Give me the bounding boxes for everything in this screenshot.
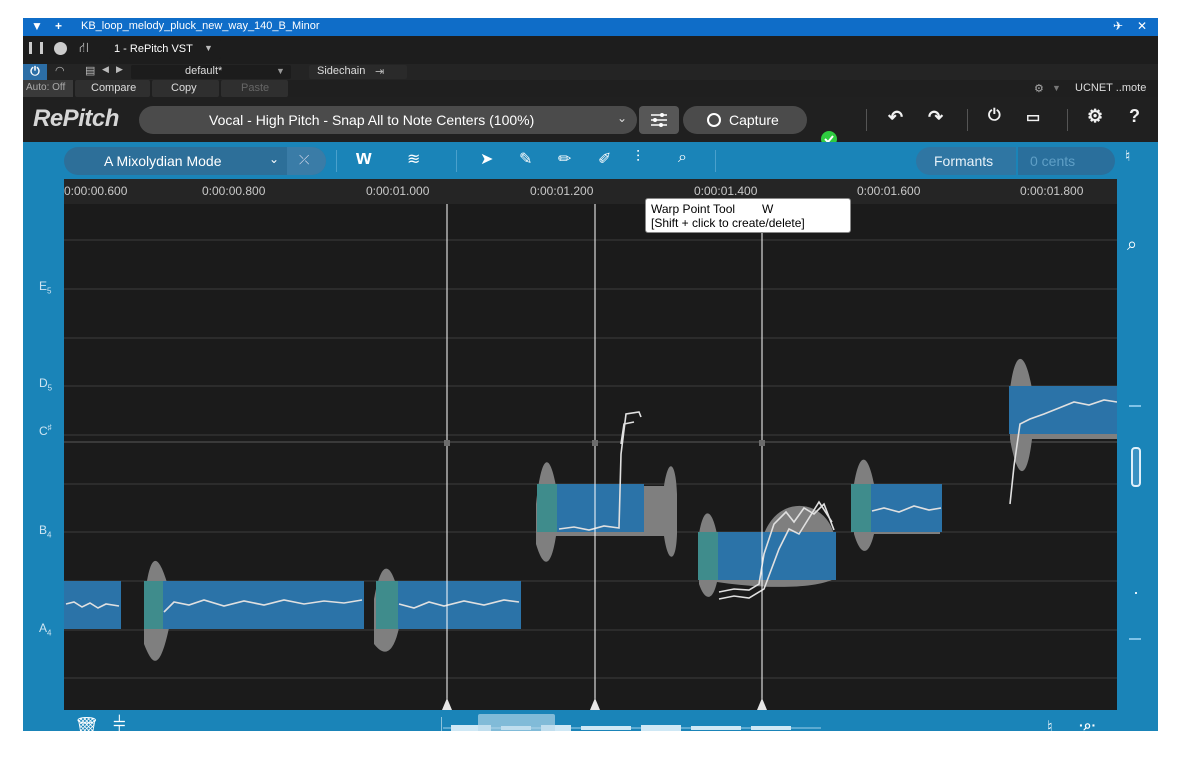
slot-dropdown-icon[interactable]: ▼ [204, 43, 213, 53]
scroll-dot [1135, 592, 1137, 594]
note-label-d5: D5 [39, 376, 53, 393]
sidechain-button[interactable]: Sidechain [317, 65, 365, 77]
tool-bar: A Mixolydian Mode ⌄ ⤫ ᴡ ≋ ➤ ✎ ✏ ✐ ⫶ ⌕ Fo… [23, 142, 1158, 179]
time-tick: 0:00:01.200 [530, 184, 594, 198]
tooltip-shortcut: W [762, 202, 774, 216]
warp-tool-tooltip: Warp Point Tool W [Shift + click to crea… [645, 198, 851, 233]
note-label-a4: A4 [39, 621, 52, 638]
audio-zoom-icon[interactable]: ♮ [1125, 147, 1130, 165]
rack-icon[interactable] [29, 42, 43, 54]
repitch-logo: RePitch [33, 105, 119, 132]
record-ring-icon [707, 113, 721, 127]
note-label-e5: E5 [39, 279, 52, 296]
menu-down-icon[interactable]: ▼ [31, 19, 43, 33]
formants-label: Formants [934, 153, 994, 169]
warp-tool-icon[interactable]: ⫶ [636, 149, 640, 167]
bypass-icon[interactable]: ⏻ [988, 107, 1001, 125]
time-tick: 0:00:01.600 [857, 184, 921, 198]
note-blobs [64, 386, 1117, 629]
formants-toggle[interactable]: Formants [916, 147, 1016, 175]
horizontal-zoom-icon[interactable]: ·⌕· [1079, 717, 1096, 731]
time-tick: 0:00:01.400 [694, 184, 758, 198]
host-plugin-bar: ⛙ 1 - RePitch VST ▼ [23, 36, 1158, 64]
repitch-header: RePitch Vocal - High Pitch - Snap All to… [23, 97, 1158, 147]
timeline-ruler[interactable]: 0:00:00.600 0:00:00.800 0:00:01.000 0:00… [64, 179, 1117, 204]
paste-button[interactable]: Paste [241, 82, 269, 94]
scale-selector[interactable]: A Mixolydian Mode ⌄ ⤫ [64, 147, 326, 175]
host-preset-bar: ⏻ ◠ ▤ ◀ ▶ default* ▼ Sidechain ⇥ [23, 64, 1158, 80]
host-compare-bar: Auto: Off Compare Copy Paste ⚙ ▼ UCNET .… [23, 80, 1158, 97]
chevron-down-icon: ⌄ [616, 111, 627, 125]
waveform-view-icon[interactable]: ≋ [407, 149, 420, 169]
pitch-editor-grid[interactable] [64, 204, 1118, 710]
close-icon[interactable]: ✕ [1137, 19, 1147, 33]
editor-area: A Mixolydian Mode ⌄ ⤫ ᴡ ≋ ➤ ✎ ✏ ✐ ⫶ ⌕ Fo… [23, 142, 1158, 731]
host-gear-icon[interactable]: ⚙ [1034, 82, 1044, 95]
preset-dropdown-icon[interactable]: ▼ [276, 66, 285, 76]
lock-view-icon[interactable]: ▭ [1026, 108, 1040, 126]
capture-label: Capture [729, 112, 779, 128]
scale-label: A Mixolydian Mode [104, 153, 222, 169]
window-title: KB_loop_melody_pluck_new_way_140_B_Minor [81, 20, 320, 32]
host-gear-dropdown-icon[interactable]: ▼ [1052, 83, 1061, 93]
time-tick: 0:00:00.800 [202, 184, 266, 198]
disc-icon[interactable] [54, 42, 67, 55]
split-icon[interactable]: ⫩ [113, 712, 126, 731]
time-tick: 0:00:01.000 [366, 184, 430, 198]
time-tick: 0:00:00.600 [64, 184, 128, 198]
formant-cents-stepper[interactable]: 0 cents [1018, 147, 1115, 175]
tooltip-hint: [Shift + click to create/delete] [651, 216, 805, 230]
pitch-curve-icon[interactable]: ᴡ [356, 147, 372, 170]
settings-gear-icon[interactable]: ⚙ [1087, 106, 1103, 127]
pointer-tool-icon[interactable]: ➤ [480, 149, 493, 169]
sidechain-icon[interactable]: ⇥ [375, 65, 384, 78]
capture-button[interactable]: Capture [683, 106, 807, 134]
scroll-marker [1129, 638, 1141, 640]
next-preset-icon[interactable]: ▶ [116, 64, 123, 75]
note-label-b4: B4 [39, 523, 52, 540]
note-blobs-canvas[interactable] [64, 204, 1118, 710]
mix-settings-button[interactable] [639, 106, 679, 134]
snap-off-icon: ⤫ [299, 152, 310, 167]
redo-icon[interactable]: ↷ [928, 107, 943, 128]
repitch-window: ▼ + KB_loop_melody_pluck_new_way_140_B_M… [23, 18, 1158, 731]
zoom-tool-icon[interactable]: ⌕ [678, 149, 687, 167]
time-tick: 0:00:01.800 [1020, 184, 1084, 198]
power-icon[interactable]: ⏻ [23, 64, 47, 80]
warp-markers [442, 204, 767, 710]
copy-button[interactable]: Copy [171, 82, 197, 94]
tooltip-title: Warp Point Tool [651, 202, 736, 216]
line-tool-icon[interactable]: ✐ [598, 149, 611, 169]
overview-scrollbar[interactable] [441, 713, 821, 731]
note-label-c-sharp: C♯ [39, 423, 52, 438]
preset-name[interactable]: default* [185, 65, 222, 77]
help-icon[interactable]: ? [1129, 106, 1140, 127]
scale-chevron-icon: ⌄ [269, 152, 280, 166]
host-title-bar: ▼ + KB_loop_melody_pluck_new_way_140_B_M… [23, 18, 1158, 36]
vertical-scroll-thumb[interactable] [1131, 447, 1141, 487]
pin-icon[interactable]: ✈ [1113, 19, 1123, 33]
save-icon[interactable]: ▤ [85, 64, 95, 77]
remote-label[interactable]: UCNET ..mote [1075, 82, 1146, 94]
delete-trash-icon[interactable]: 🗑 [74, 715, 99, 731]
routing-icon[interactable]: ⛙ [79, 39, 89, 58]
pitch-tool-icon[interactable]: ✎ [519, 149, 532, 169]
scroll-marker [1129, 405, 1141, 407]
headphone-icon[interactable]: ◠ [55, 64, 65, 77]
sliders-icon [651, 113, 667, 127]
draw-tool-icon[interactable]: ✏ [558, 149, 571, 169]
auto-button[interactable]: Auto: Off [23, 80, 73, 97]
plugin-slot[interactable]: 1 - RePitch VST [114, 43, 193, 55]
add-icon[interactable]: + [55, 19, 62, 33]
compare-button[interactable]: Compare [91, 82, 136, 94]
horizontal-audio-zoom-icon[interactable]: ♮ [1047, 717, 1053, 731]
preset-selector-label: Vocal - High Pitch - Snap All to Note Ce… [209, 112, 535, 128]
undo-icon[interactable]: ↶ [888, 107, 903, 128]
cents-value: 0 cents [1030, 153, 1076, 169]
scale-snap-toggle[interactable]: ⤫ [287, 147, 326, 175]
vertical-zoom-icon[interactable]: ⌕ [1127, 234, 1137, 255]
preset-selector[interactable]: Vocal - High Pitch - Snap All to Note Ce… [139, 106, 637, 134]
prev-preset-icon[interactable]: ◀ [102, 64, 109, 75]
